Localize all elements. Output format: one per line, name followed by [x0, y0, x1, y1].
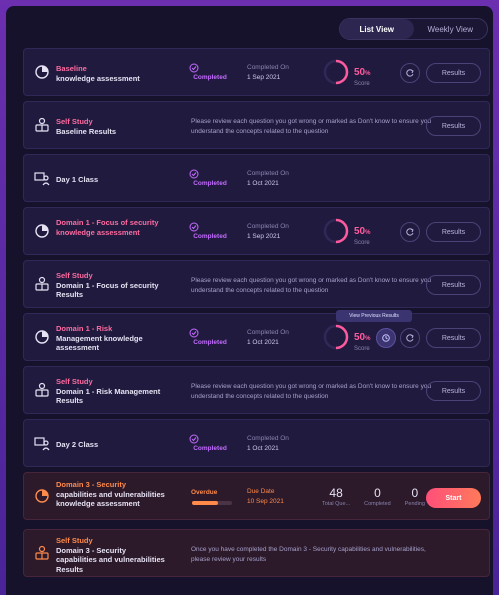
review-note: Once you have completed the Domain 3 - S… [191, 546, 426, 563]
results-button[interactable]: Results [426, 275, 481, 295]
list-item-domain-3-assessment[interactable]: Domain 3 - Security capabilities and vul… [23, 472, 490, 520]
row-title: Day 1 Class [56, 175, 99, 184]
list-item-self-study-baseline[interactable]: Self Study Baseline Results Please revie… [23, 101, 490, 149]
self-study-icon [35, 545, 49, 560]
status-badge: Overdue [191, 489, 218, 496]
score-value: 50% Score [354, 67, 371, 87]
results-button[interactable]: Results [426, 381, 481, 401]
check-circle-icon [189, 434, 199, 444]
row-title: Self Study Domain 3 - Security capabilit… [56, 536, 165, 574]
due-date: Due Date 10 Sep 2021 [247, 488, 284, 505]
results-button[interactable]: Results [426, 328, 481, 348]
check-circle-icon [189, 169, 199, 179]
refresh-icon [406, 69, 414, 77]
assessment-icon [35, 489, 49, 503]
start-button[interactable]: Start [426, 488, 481, 508]
score-value: 50% Score [354, 332, 371, 352]
row-title: Day 2 Class [56, 440, 99, 449]
list-view-button[interactable]: List View [340, 19, 414, 39]
view-previous-results-button[interactable] [376, 328, 396, 348]
list-item-domain-1-focus-assessment[interactable]: Domain 1 - Focus of security knowledge a… [23, 207, 490, 255]
status-badge: Completed [189, 328, 231, 346]
question-stats: 48 Total Que... 0 Completed 0 Pending [322, 486, 425, 507]
row-title: Domain 1 - Focus of security knowledge a… [56, 218, 159, 237]
completion-date: Completed On 1 Oct 2021 [247, 435, 289, 452]
history-icon [382, 334, 390, 342]
progress-fill [192, 501, 218, 505]
check-circle-icon [189, 63, 199, 73]
stat-pending: 0 Pending [404, 486, 425, 507]
retake-button[interactable] [400, 328, 420, 348]
score-ring [323, 324, 349, 350]
review-note: Please review each question you got wron… [191, 277, 432, 294]
weekly-view-button[interactable]: Weekly View [414, 19, 488, 39]
results-button[interactable]: Results [426, 222, 481, 242]
score-ring [323, 59, 349, 85]
status-badge: Completed [189, 222, 231, 240]
completion-date: Completed On 1 Oct 2021 [247, 170, 289, 187]
row-title: Domain 1 - Risk Management knowledge ass… [56, 324, 143, 352]
retake-button[interactable] [400, 63, 420, 83]
list-item-self-study-domain-1-risk[interactable]: Self Study Domain 1 - Risk Management Re… [23, 366, 490, 414]
review-note: Please review each question you got wron… [191, 118, 432, 135]
results-button[interactable]: Results [426, 116, 481, 136]
tooltip-view-previous-results: View Previous Results [336, 310, 412, 322]
list-item-self-study-domain-1-focus[interactable]: Self Study Domain 1 - Focus of security … [23, 260, 490, 308]
row-title: Self Study Domain 1 - Risk Management Re… [56, 377, 161, 405]
assessment-icon [35, 330, 49, 344]
self-study-icon [35, 382, 49, 397]
row-title: Self Study Baseline Results [56, 117, 117, 136]
stat-total: 48 Total Que... [322, 486, 351, 507]
score-ring [323, 218, 349, 244]
completion-date: Completed On 1 Oct 2021 [247, 329, 289, 346]
status-badge: Completed [189, 63, 231, 81]
list-item-baseline-assessment[interactable]: Baseline knowledge assessment Completed … [23, 48, 490, 96]
status-badge: Completed [189, 169, 231, 187]
status-badge: Completed [189, 434, 231, 452]
list-item-self-study-domain-3[interactable]: Self Study Domain 3 - Security capabilit… [23, 529, 490, 577]
row-title: Domain 3 - Security capabilities and vul… [56, 480, 165, 508]
completion-date: Completed On 1 Sep 2021 [247, 64, 289, 81]
retake-button[interactable] [400, 222, 420, 242]
self-study-icon [35, 276, 49, 291]
list-item-day-2-class[interactable]: Day 2 Class Completed Completed On 1 Oct… [23, 419, 490, 467]
progress-bar [192, 501, 232, 505]
assessment-icon [35, 224, 49, 238]
list-item-domain-1-risk-assessment[interactable]: Domain 1 - Risk Management knowledge ass… [23, 313, 490, 361]
view-toggle: List View Weekly View [339, 18, 488, 40]
row-title: Baseline knowledge assessment [56, 64, 140, 83]
refresh-icon [406, 334, 414, 342]
check-circle-icon [189, 328, 199, 338]
review-note: Please review each question you got wron… [191, 383, 432, 400]
assessment-icon [35, 65, 49, 79]
stat-completed: 0 Completed [364, 486, 391, 507]
row-title: Self Study Domain 1 - Focus of security … [56, 271, 159, 299]
self-study-icon [35, 117, 49, 132]
check-circle-icon [189, 222, 199, 232]
score-value: 50% Score [354, 226, 371, 246]
class-icon [34, 437, 50, 451]
class-icon [34, 172, 50, 186]
refresh-icon [406, 228, 414, 236]
completion-date: Completed On 1 Sep 2021 [247, 223, 289, 240]
list-item-day-1-class[interactable]: Day 1 Class Completed Completed On 1 Oct… [23, 154, 490, 202]
results-button[interactable]: Results [426, 63, 481, 83]
